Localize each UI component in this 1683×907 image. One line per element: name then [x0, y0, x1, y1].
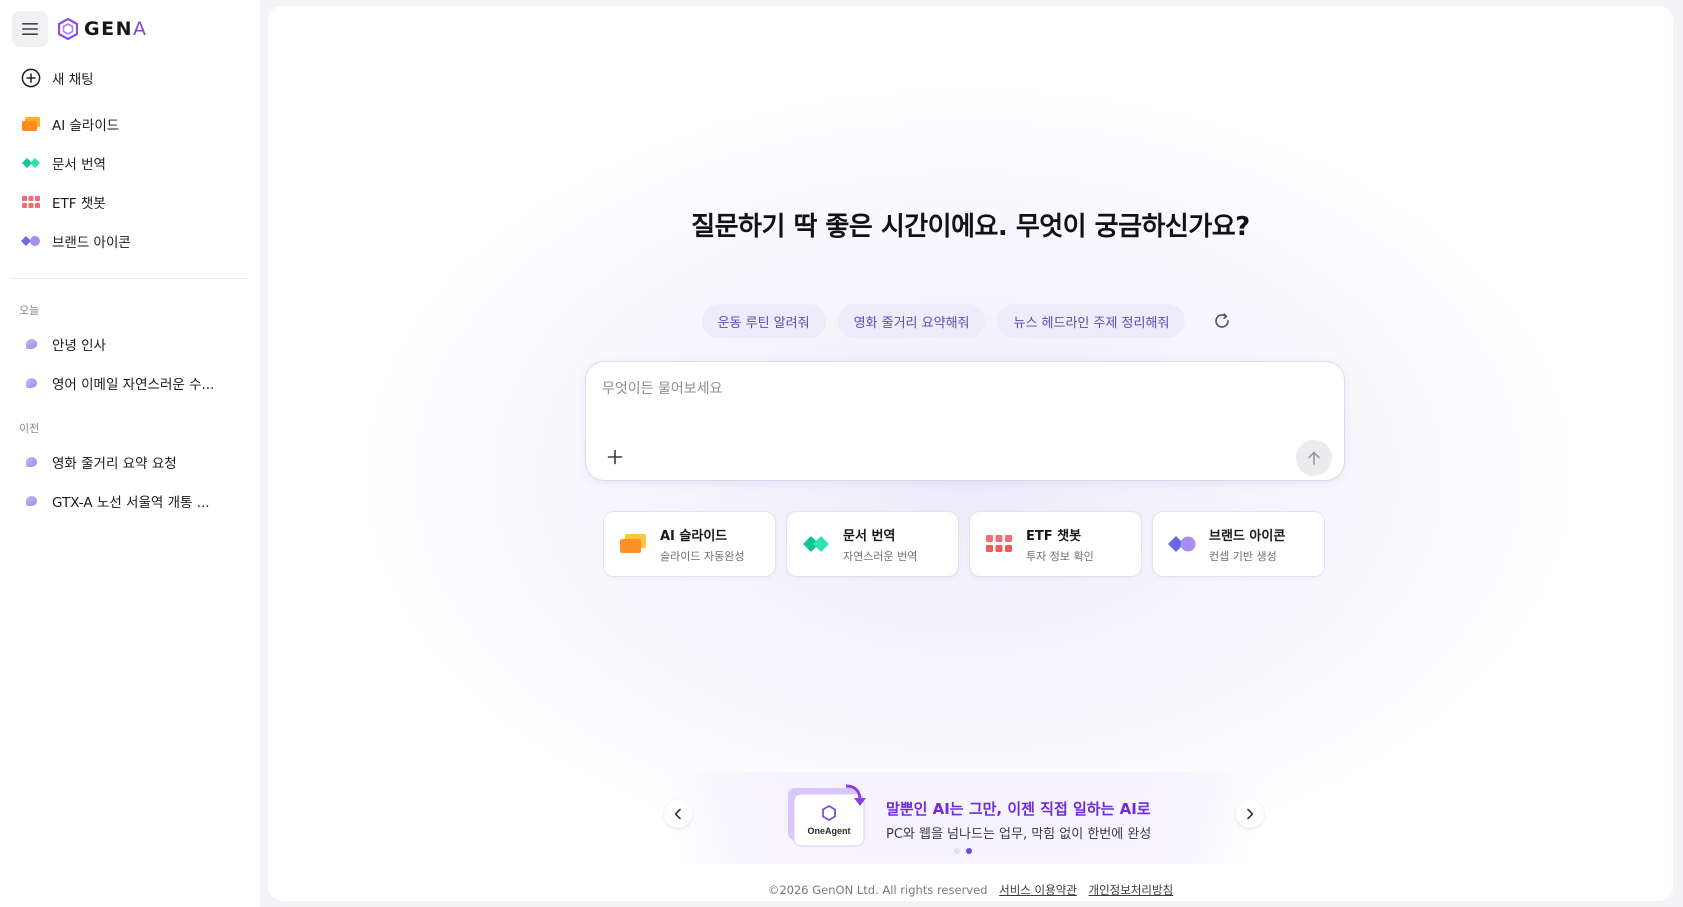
feature-cards: AI 슬라이드 슬라이드 자동완성 문서 번역 자연스러운 번역 ETF 챗봇 …	[604, 512, 1324, 576]
page-headline: 질문하기 딱 좋은 시간이에요. 무엇이 궁금하신가요?	[691, 212, 1250, 242]
feature-card-translate[interactable]: 문서 번역 자연스러운 번역	[787, 512, 958, 576]
chat-bubble-icon	[25, 496, 37, 506]
translate-icon	[801, 529, 831, 559]
card-subtitle: 투자 정보 확인	[1026, 549, 1094, 563]
suggestion-chip[interactable]: 영화 줄거리 요약해줘	[837, 304, 986, 338]
card-subtitle: 슬라이드 자동완성	[660, 549, 745, 563]
chat-history-item[interactable]: 안녕 인사	[10, 326, 250, 362]
card-subtitle: 컨셉 기반 생성	[1209, 549, 1277, 563]
promo-prev-button[interactable]	[664, 800, 692, 828]
new-chat-label: 새 채팅	[52, 72, 94, 88]
chat-history-item[interactable]: 영화 줄거리 요약 요청	[10, 444, 250, 480]
footer: ©2026 GenON Ltd. All rights reserved 서비스…	[268, 882, 1673, 898]
carousel-dot-active[interactable]	[966, 848, 972, 854]
suggestion-chip[interactable]: 뉴스 헤드라인 주제 정리해줘	[997, 304, 1186, 338]
refresh-icon	[1215, 313, 1230, 328]
card-title: 문서 번역	[843, 528, 896, 544]
new-chat-button[interactable]: 새 채팅	[10, 60, 250, 96]
suggestion-chip[interactable]: 운동 루틴 알려줘	[701, 304, 826, 338]
promo-title: 말뿐인 AI는 그만, 이젠 직접 일하는 AI로	[886, 800, 1151, 818]
etf-grid-icon	[20, 191, 42, 213]
sidebar: GENA 새 채팅 AI 슬라이드 문서 번역 ETF 챗봇 브랜드 아이콘 오…	[0, 0, 260, 907]
section-title-previous: 이전	[19, 422, 40, 435]
send-button[interactable]	[1296, 440, 1332, 476]
chat-history-item[interactable]: 영어 이메일 자연스러운 수...	[10, 365, 250, 401]
slides-icon	[618, 529, 648, 559]
feature-card-brand-icon[interactable]: 브랜드 아이콘 컨셉 기반 생성	[1153, 512, 1324, 576]
menu-toggle-button[interactable]	[12, 11, 48, 47]
hexagon-logo-icon	[58, 18, 78, 40]
etf-grid-icon	[984, 529, 1014, 559]
chat-history-label: GTX-A 노선 서울역 개통 ...	[52, 495, 210, 511]
terms-link[interactable]: 서비스 이용약관	[999, 883, 1077, 897]
chat-bubble-icon	[25, 378, 37, 388]
sidebar-item-brand-icon[interactable]: 브랜드 아이콘	[10, 223, 250, 259]
chevron-left-icon	[674, 808, 681, 820]
oneagent-art-label: OneAgent	[807, 826, 850, 836]
brand-icon	[20, 230, 42, 252]
main-panel: 질문하기 딱 좋은 시간이에요. 무엇이 궁금하신가요? 운동 루틴 알려줘 영…	[268, 6, 1673, 901]
card-title: AI 슬라이드	[660, 528, 728, 544]
sidebar-item-translate[interactable]: 문서 번역	[10, 145, 250, 181]
chat-composer	[586, 362, 1344, 480]
translate-icon	[20, 152, 42, 174]
sidebar-item-label: AI 슬라이드	[52, 118, 120, 134]
chevron-right-icon	[1247, 808, 1254, 820]
sidebar-item-label: ETF 챗봇	[52, 196, 106, 212]
slides-icon	[20, 113, 42, 135]
chat-history-label: 안녕 인사	[52, 338, 106, 354]
suggestion-chips: 운동 루틴 알려줘 영화 줄거리 요약해줘 뉴스 헤드라인 주제 정리해줘	[268, 304, 1673, 338]
refresh-suggestions-button[interactable]	[1205, 304, 1239, 338]
oneagent-illustration: OneAgent	[788, 784, 866, 847]
privacy-link[interactable]: 개인정보처리방침	[1089, 883, 1174, 897]
feature-card-ai-slides[interactable]: AI 슬라이드 슬라이드 자동완성	[604, 512, 775, 576]
chat-history-item[interactable]: GTX-A 노선 서울역 개통 ...	[10, 483, 250, 519]
sidebar-divider	[10, 278, 247, 279]
card-title: 브랜드 아이콘	[1209, 528, 1286, 544]
app-window: GENA 새 채팅 AI 슬라이드 문서 번역 ETF 챗봇 브랜드 아이콘 오…	[0, 0, 1683, 907]
feature-card-etf[interactable]: ETF 챗봇 투자 정보 확인	[970, 512, 1141, 576]
chat-input[interactable]	[602, 376, 1202, 402]
card-subtitle: 자연스러운 번역	[843, 549, 918, 563]
hamburger-icon	[22, 23, 38, 35]
brand-icon	[1167, 529, 1197, 559]
logo-text: GENA	[84, 18, 148, 40]
sidebar-item-label: 문서 번역	[52, 157, 106, 173]
chat-history-label: 영어 이메일 자연스러운 수...	[52, 377, 215, 393]
plus-circle-icon	[20, 67, 42, 89]
section-title-today: 오늘	[19, 304, 40, 317]
promo-next-button[interactable]	[1236, 800, 1264, 828]
sidebar-item-ai-slides[interactable]: AI 슬라이드	[10, 106, 250, 142]
attach-button[interactable]	[600, 442, 630, 472]
card-title: ETF 챗봇	[1026, 528, 1082, 544]
plus-icon	[607, 449, 623, 465]
chat-bubble-icon	[25, 339, 37, 349]
carousel-dot[interactable]	[954, 848, 960, 854]
arrow-up-icon	[1308, 451, 1320, 465]
sidebar-item-label: 브랜드 아이콘	[52, 235, 131, 251]
carousel-dots	[954, 848, 972, 854]
sidebar-header: GENA	[12, 11, 147, 47]
chat-bubble-icon	[25, 457, 37, 467]
app-logo[interactable]: GENA	[58, 18, 147, 40]
promo-subtitle: PC와 웹을 넘나드는 업무, 막힘 없이 한번에 완성	[886, 827, 1152, 842]
copyright-text: ©2026 GenON Ltd. All rights reserved	[767, 883, 988, 897]
sidebar-item-etf[interactable]: ETF 챗봇	[10, 184, 250, 220]
chat-history-label: 영화 줄거리 요약 요청	[52, 456, 177, 472]
